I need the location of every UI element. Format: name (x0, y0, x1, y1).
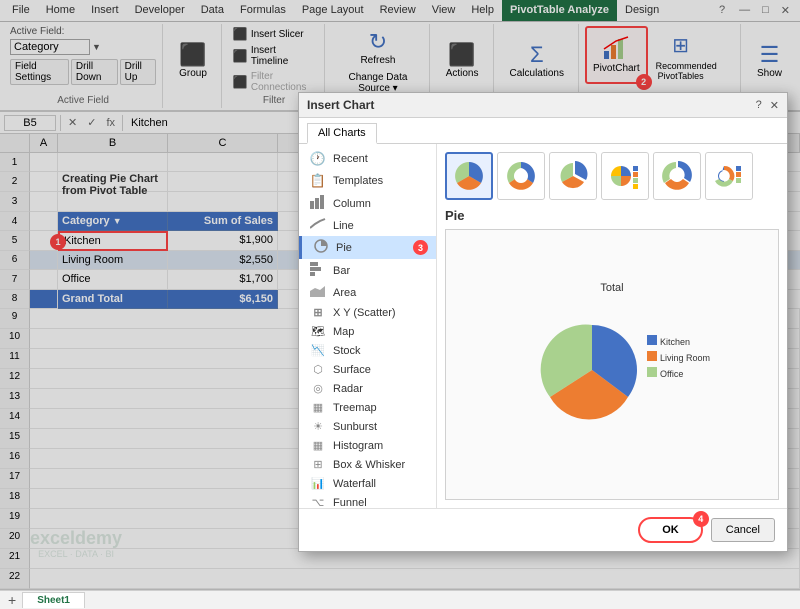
map-icon: 🗺 (309, 325, 327, 338)
insert-chart-dialog: Insert Chart ? ✕ All Charts 🕐 Recent 📋 T… (298, 92, 788, 552)
dialog-footer: OK 4 Cancel (299, 508, 787, 551)
chart-right-panel: Pie Total Kitche (437, 144, 787, 508)
chart-preview-area: Total Kitchen Living Room (445, 229, 779, 500)
dialog-overlay: Insert Chart ? ✕ All Charts 🕐 Recent 📋 T… (0, 0, 800, 591)
sheet-tabs-bar: + Sheet1 (0, 589, 800, 609)
badge-4: 4 (693, 511, 709, 527)
recent-icon: 🕐 (309, 151, 327, 167)
pie-variant-4[interactable] (601, 152, 649, 200)
chart-type-histogram[interactable]: ▦ Histogram (299, 436, 436, 455)
chart-type-xy[interactable]: ⊞ X Y (Scatter) (299, 303, 436, 322)
surface-icon: ⬡ (309, 363, 327, 376)
selected-chart-type-label: Pie (445, 208, 779, 223)
chart-type-area[interactable]: Area (299, 282, 436, 303)
pie-variant-6[interactable] (705, 152, 753, 200)
dialog-help-btn[interactable]: ? (756, 99, 762, 112)
dialog-tab-bar: All Charts (299, 118, 787, 144)
pie-variant-5[interactable] (653, 152, 701, 200)
waterfall-icon: 📊 (309, 477, 327, 490)
dialog-body: 🕐 Recent 📋 Templates Column (299, 144, 787, 508)
pie-variant-1[interactable] (445, 152, 493, 200)
dialog-title: Insert Chart (307, 98, 374, 112)
svg-text:Kitchen: Kitchen (660, 337, 690, 347)
treemap-icon: ▦ (309, 401, 327, 414)
chart-type-line[interactable]: Line (299, 215, 436, 236)
chart-types-list: 🕐 Recent 📋 Templates Column (299, 144, 437, 508)
chart-type-recent[interactable]: 🕐 Recent (299, 148, 436, 170)
pie-variant-3[interactable] (549, 152, 597, 200)
chart-type-templates[interactable]: 📋 Templates (299, 170, 436, 192)
add-sheet-btn[interactable]: + (4, 592, 20, 608)
chart-type-sunburst[interactable]: ☀ Sunburst (299, 417, 436, 436)
ok-button[interactable]: OK 4 (638, 517, 703, 543)
badge-3: 3 (413, 240, 428, 255)
chart-type-treemap[interactable]: ▦ Treemap (299, 398, 436, 417)
area-icon (309, 285, 327, 300)
pie-variant-2[interactable] (497, 152, 545, 200)
chart-type-funnel[interactable]: ⌥ Funnel (299, 493, 436, 508)
chart-type-radar[interactable]: ◎ Radar (299, 379, 436, 398)
chart-variants-row (445, 152, 779, 200)
histogram-icon: ▦ (309, 439, 327, 452)
chart-type-column[interactable]: Column (299, 192, 436, 215)
chart-type-surface[interactable]: ⬡ Surface (299, 360, 436, 379)
pie-chart-preview: Total Kitchen Living Room (502, 275, 722, 455)
sheet-tab-1[interactable]: Sheet1 (22, 592, 85, 608)
funnel-icon: ⌥ (309, 496, 327, 508)
bar-icon (309, 262, 327, 279)
cancel-button[interactable]: Cancel (711, 518, 775, 542)
radar-icon: ◎ (309, 382, 327, 395)
chart-type-waterfall[interactable]: 📊 Waterfall (299, 474, 436, 493)
boxwhisker-icon: ⊞ (309, 458, 327, 471)
column-icon (309, 195, 327, 212)
pie-icon (312, 239, 330, 256)
line-icon (309, 218, 327, 233)
templates-icon: 📋 (309, 173, 327, 189)
xy-icon: ⊞ (309, 306, 327, 319)
chart-type-boxwhisker[interactable]: ⊞ Box & Whisker (299, 455, 436, 474)
chart-type-map[interactable]: 🗺 Map (299, 322, 436, 341)
chart-type-bar[interactable]: Bar (299, 259, 436, 282)
chart-type-pie[interactable]: Pie 3 (299, 236, 436, 259)
sunburst-icon: ☀ (309, 420, 327, 433)
dialog-titlebar: Insert Chart ? ✕ (299, 93, 787, 118)
svg-text:Living Room: Living Room (660, 353, 710, 363)
stock-icon: 📉 (309, 344, 327, 357)
chart-type-stock[interactable]: 📉 Stock (299, 341, 436, 360)
dialog-close-btn[interactable]: ✕ (770, 99, 779, 112)
svg-text:Total: Total (600, 282, 623, 294)
dialog-tab-all-charts[interactable]: All Charts (307, 123, 377, 144)
svg-text:Office: Office (660, 369, 683, 379)
